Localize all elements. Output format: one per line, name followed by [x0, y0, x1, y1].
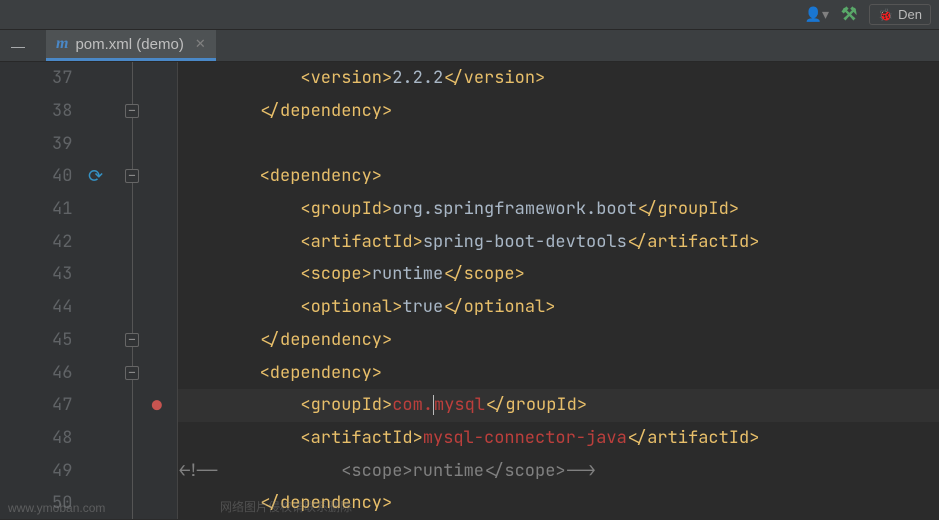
code-token: <!-- <scope>runtime</scope>-->: [178, 460, 596, 482]
code-token: </dependency>: [260, 100, 393, 122]
code-token: </version>: [443, 67, 545, 89]
line-number: 40: [52, 165, 72, 187]
code-token: <artifactId>: [300, 231, 422, 253]
code-token: spring-boot-devtools: [423, 231, 627, 253]
line-number: 46: [52, 362, 72, 384]
gutter: 3738–3940–⟳4142434445–46–47●484950: [0, 62, 178, 519]
code-token: <artifactId>: [300, 427, 422, 449]
code-line[interactable]: <!-- <scope>runtime</scope>-->: [178, 454, 939, 487]
gutter-line: 47 ●: [0, 389, 177, 422]
code-token: </optional>: [443, 296, 555, 318]
code-line[interactable]: <artifactId>mysql-connector-java</artifa…: [178, 422, 939, 455]
code-token: org.springframework.boot: [392, 198, 637, 220]
gutter-line: 49: [0, 454, 177, 487]
maven-icon: m: [56, 35, 68, 53]
code-token: mysql-connector-java: [423, 427, 627, 449]
gutter-line: 41: [0, 193, 177, 226]
gutter-line: 42: [0, 225, 177, 258]
code-token: <groupId>: [300, 394, 392, 416]
line-number: 44: [52, 296, 72, 318]
line-number: 37: [52, 67, 72, 89]
code-token: <scope>: [300, 263, 371, 285]
line-number: 41: [52, 198, 72, 220]
code-token: </artifactId>: [627, 231, 760, 253]
gutter-line: 43: [0, 258, 177, 291]
line-number: 48: [52, 427, 72, 449]
minimize-button[interactable]: —: [4, 30, 32, 61]
run-config-label: Den: [898, 7, 922, 22]
code-token: <optional>: [300, 296, 402, 318]
watermark-cn: 网络图片侵权请联系删除: [220, 498, 352, 515]
editor-area: 3738–3940–⟳4142434445–46–47●484950 <vers…: [0, 62, 939, 519]
code-line[interactable]: <dependency>: [178, 356, 939, 389]
code-line[interactable]: <version>2.2.2</version>: [178, 62, 939, 95]
close-tab-icon[interactable]: ✕: [195, 36, 206, 52]
code-token: com.: [392, 394, 433, 416]
code-line[interactable]: </dependency>: [178, 95, 939, 128]
top-toolbar: 👤▾ ⚒ 🐞 Den: [0, 0, 939, 30]
code-token: <version>: [300, 67, 392, 89]
code-line[interactable]: <scope>runtime</scope>: [178, 258, 939, 291]
code-token: 2.2.2: [392, 67, 443, 89]
code-token: <dependency>: [260, 165, 382, 187]
code-line[interactable]: <groupId>com.mysql</groupId>: [178, 389, 939, 422]
line-number: 45: [52, 329, 72, 351]
code-token: <groupId>: [300, 198, 392, 220]
gutter-line: 45 –: [0, 324, 177, 357]
maven-reload-icon[interactable]: ⟳: [88, 165, 103, 188]
gutter-line: 44: [0, 291, 177, 324]
code-line[interactable]: <groupId>org.springframework.boot</group…: [178, 193, 939, 226]
code-token: true: [402, 296, 443, 318]
code-token: </groupId>: [485, 394, 587, 416]
line-number: 39: [52, 133, 72, 155]
line-number: 42: [52, 231, 72, 253]
fold-collapse-icon[interactable]: –: [125, 333, 139, 347]
code-token: </scope>: [443, 263, 525, 285]
code-area[interactable]: <version>2.2.2</version> </dependency> <…: [178, 62, 939, 519]
bug-icon: 🐞: [878, 8, 893, 22]
file-tab-pom[interactable]: m pom.xml (demo) ✕: [46, 30, 216, 61]
run-config-selector[interactable]: 🐞 Den: [869, 4, 931, 25]
tab-title: pom.xml (demo): [75, 36, 183, 53]
line-number: 49: [52, 460, 72, 482]
fold-expand-icon[interactable]: –: [125, 366, 139, 380]
line-number: 47: [52, 394, 72, 416]
code-line[interactable]: <dependency>: [178, 160, 939, 193]
gutter-line: 37: [0, 62, 177, 95]
code-line[interactable]: <optional>true</optional>: [178, 291, 939, 324]
line-number: 43: [52, 263, 72, 285]
code-token: <dependency>: [260, 362, 382, 384]
line-number: 38: [52, 100, 72, 122]
fold-expand-icon[interactable]: –: [125, 169, 139, 183]
gutter-line: 46 –: [0, 356, 177, 389]
code-line[interactable]: <artifactId>spring-boot-devtools</artifa…: [178, 225, 939, 258]
code-line[interactable]: </dependency>: [178, 324, 939, 357]
gutter-line: 38 –: [0, 95, 177, 128]
user-icon[interactable]: 👤▾: [805, 6, 829, 23]
code-token: </dependency>: [260, 329, 393, 351]
code-line[interactable]: [178, 127, 939, 160]
build-icon[interactable]: ⚒: [841, 4, 857, 25]
gutter-line: 40 – ⟳: [0, 160, 177, 193]
fold-collapse-icon[interactable]: –: [125, 104, 139, 118]
code-token: </groupId>: [637, 198, 739, 220]
tab-bar: — m pom.xml (demo) ✕: [0, 30, 939, 62]
gutter-line: 48: [0, 422, 177, 455]
gutter-line: 39: [0, 127, 177, 160]
code-token: mysql: [434, 394, 485, 416]
error-icon[interactable]: ●: [152, 395, 162, 416]
code-token: </artifactId>: [627, 427, 760, 449]
code-token: runtime: [372, 263, 443, 285]
watermark: www.ymoban.com: [8, 501, 105, 515]
